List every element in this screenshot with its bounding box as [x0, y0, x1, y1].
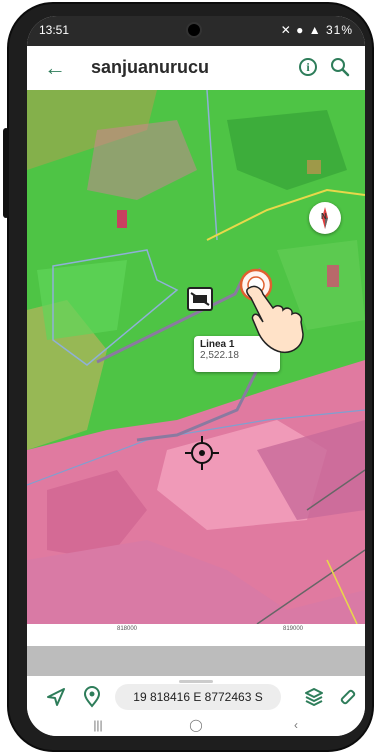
crosshair-icon — [185, 436, 219, 470]
front-camera — [186, 22, 202, 38]
battery-level: 31% — [325, 23, 353, 37]
pointing-hand-icon — [246, 285, 304, 354]
scale-tick-right: 819000 — [283, 626, 304, 632]
info-icon[interactable]: i — [299, 58, 317, 76]
location-pin-icon[interactable] — [81, 686, 103, 708]
map-scale-bar: 818000 819000 — [27, 624, 365, 646]
app-screen: 13:51 ✕ ● ▲ 31% ← sanjuanurucu i N Linea… — [27, 16, 365, 736]
phone-side-button — [3, 128, 9, 218]
compass-icon[interactable]: N — [309, 202, 341, 234]
map-view[interactable]: N Linea 1 2,522.18 — [27, 90, 365, 624]
home-icon[interactable]: ◯ — [181, 718, 211, 732]
scale-tick-left: 818000 — [117, 626, 138, 632]
system-nav-bar: ||| ◯ ‹ — [27, 718, 365, 736]
app-bar: ← sanjuanurucu i — [27, 46, 365, 90]
layers-icon[interactable] — [303, 686, 325, 708]
vehicle-marker-icon[interactable] — [187, 287, 213, 311]
search-icon[interactable] — [329, 56, 351, 78]
bottom-sheet-strip — [27, 646, 365, 676]
compass-north-label: N — [321, 212, 327, 221]
back-arrow-icon[interactable]: ← — [41, 54, 69, 82]
status-bar: 13:51 ✕ ● ▲ 31% — [27, 16, 365, 46]
measure-tool-icon[interactable] — [337, 686, 359, 708]
page-title: sanjuanurucu — [91, 57, 210, 77]
coordinates-display[interactable]: 19 818416 E 8772463 S — [115, 684, 281, 710]
status-icons: ✕ ● ▲ 31% — [280, 23, 353, 37]
navigation-arrow-icon[interactable] — [45, 686, 67, 708]
recent-apps-icon[interactable]: ||| — [83, 718, 113, 732]
status-time: 13:51 — [39, 23, 70, 37]
system-back-icon[interactable]: ‹ — [281, 718, 311, 732]
bottom-sheet-handle[interactable] — [179, 680, 213, 683]
